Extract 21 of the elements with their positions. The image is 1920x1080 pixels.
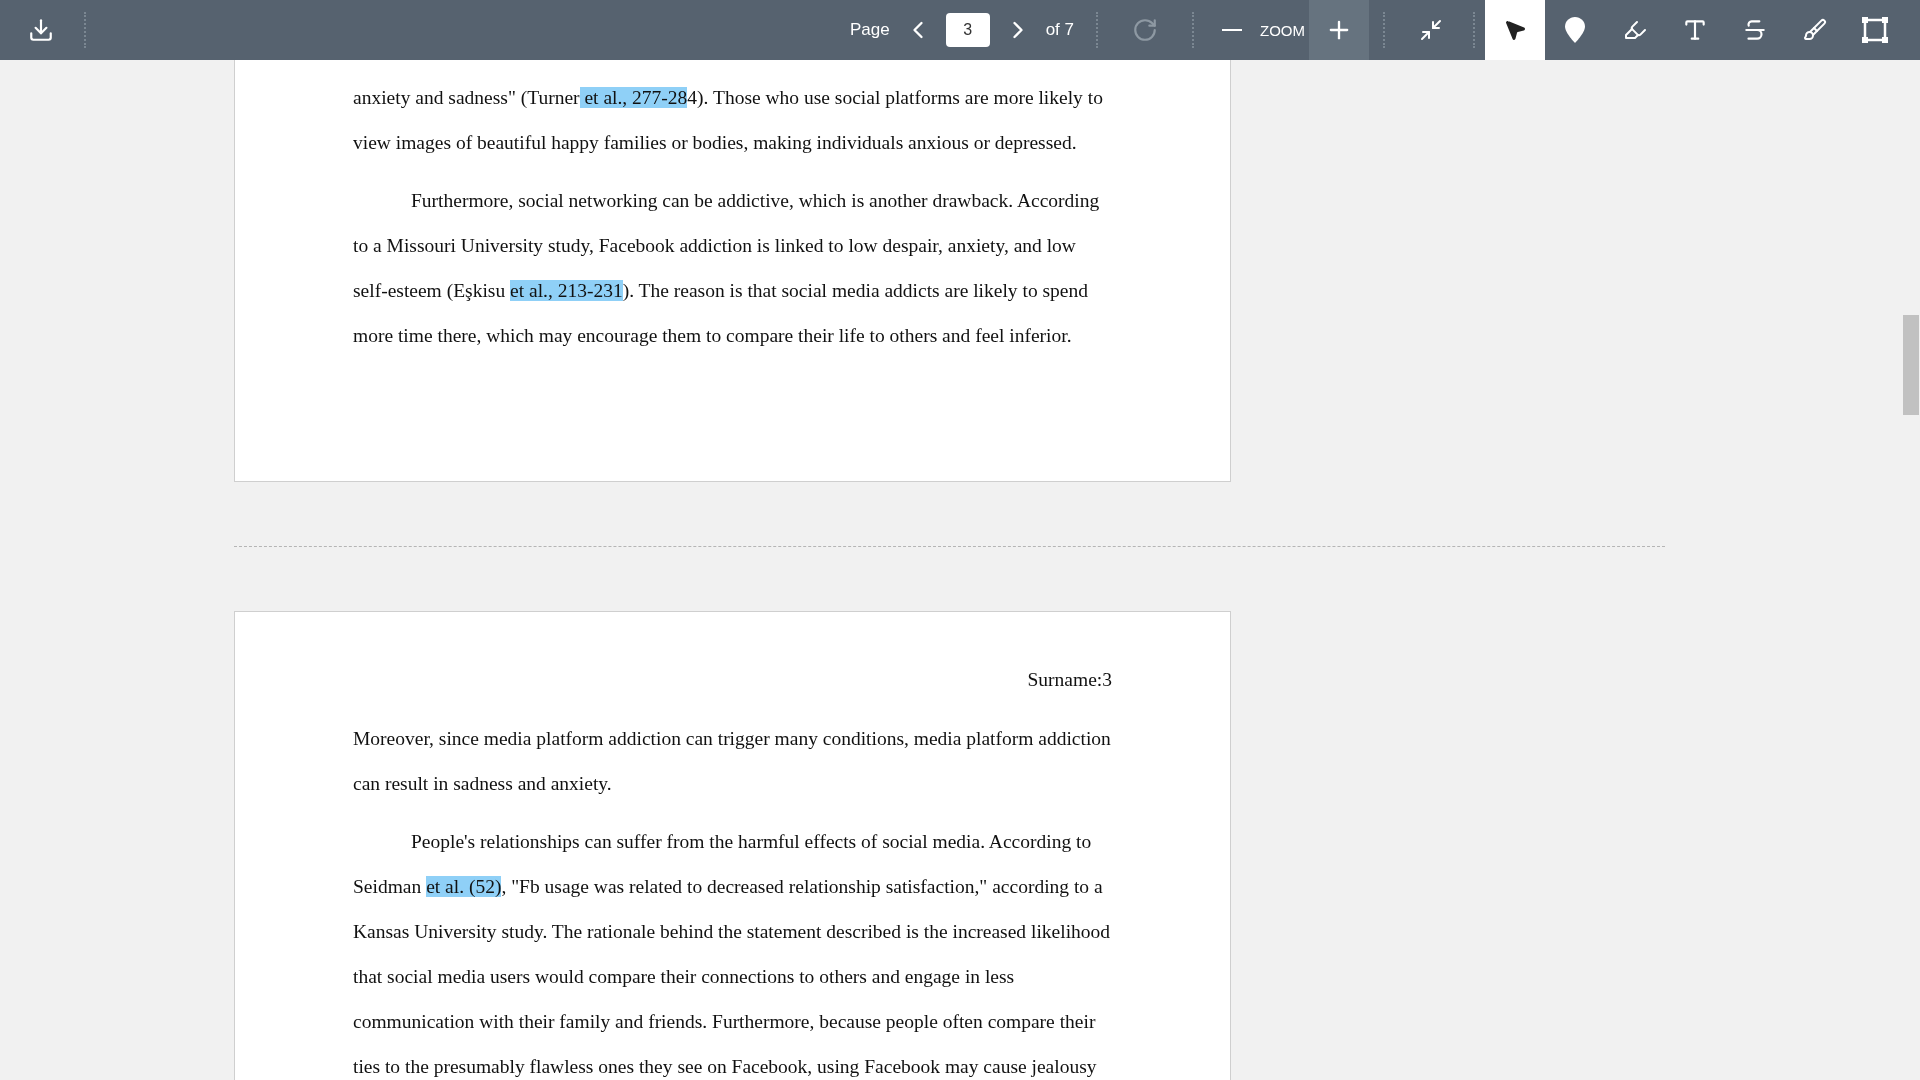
page-number-field[interactable]: 3 xyxy=(945,13,990,47)
crop-icon xyxy=(1861,16,1889,44)
rotate-icon xyxy=(1132,17,1158,43)
minus-icon xyxy=(1222,29,1242,31)
paragraph: anxiety and sadness" (Turner et al., 277-284). Those who use social platforms are more likely to view images of beautiful happy families or bodies, making individuals anxious or depressed. xyxy=(353,86,1104,155)
page-total: of 7 xyxy=(1044,19,1075,41)
pin-icon xyxy=(1564,16,1586,44)
collapse-icon xyxy=(1419,18,1443,42)
text-icon xyxy=(1682,17,1708,43)
page-label: Page xyxy=(848,19,891,41)
paragraph: People's relationships can suffer from the harmful effects of social media. According to Seidman et al. (52), "Fb usage was related to decreased relationship satisfaction," according to a Kansas University study. The rationale behind the statement described is the increased likelihood that social media users would compare their connections to others and engage in less communication with their family and friends. Furthermore, because people often compare their ties to the presumably flawless ones they see on Facebook, using Facebook may cause jealousy xyxy=(353,830,1112,1079)
highlighter-icon xyxy=(1623,18,1647,42)
tool-button[interactable] xyxy=(1485,0,1545,60)
brush-icon xyxy=(1803,18,1827,42)
paragraph: Furthermore, social networking can be addictive, which is another drawback. According to a Missouri University study, Facebook addiction is linked to low despair, anxiety, and low self-esteem (Eşkisu et al., 213-231). The reason is that social media addicts are likely to spend more time there, which may encourage them to compare their life to others and feel inferior. xyxy=(353,189,1101,348)
pointer-icon xyxy=(1503,18,1527,42)
download-icon xyxy=(28,17,54,43)
strikethrough-icon xyxy=(1742,17,1768,43)
zoom-label: ZOOM xyxy=(1259,20,1306,41)
paragraph: Moreover, since media platform addiction can trigger many conditions, media platform addiction can result in sadness and anxiety. xyxy=(353,727,1112,796)
page-header: Surname:3 xyxy=(1026,668,1112,692)
